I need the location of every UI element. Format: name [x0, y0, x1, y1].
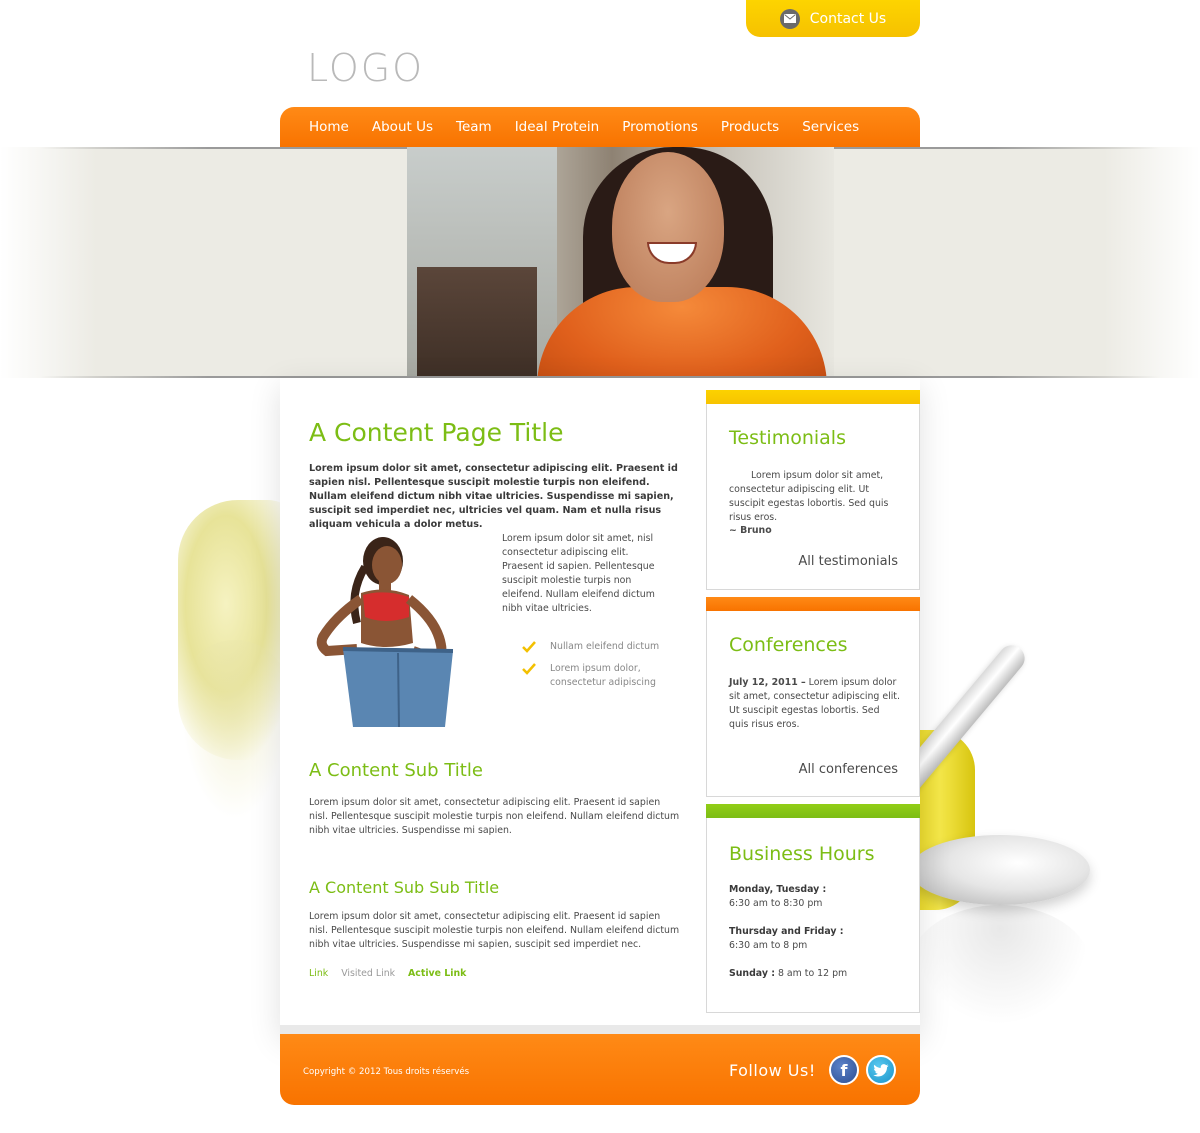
checklist-item-text: Nullam eleifend dictum [550, 641, 660, 652]
photo-cabinet [417, 267, 537, 378]
business-hours-box: Business Hours Monday, Tuesday : 6:30 am… [706, 804, 920, 1013]
business-hours-title: Business Hours [729, 843, 875, 865]
checkmark-icon [522, 641, 536, 653]
hours-row: Sunday : 8 am to 12 pm [729, 967, 901, 981]
sub-sub-paragraph: Lorem ipsum dolor sit amet, consectetur … [309, 911, 680, 950]
checkmark-icon [522, 663, 536, 675]
copyright-text: Copyright © 2012 Tous droits réservés [303, 1067, 470, 1077]
conference-date: July 12, 2011 – [729, 677, 806, 688]
sub-title: A Content Sub Title [309, 760, 483, 781]
nav-item-team[interactable]: Team [456, 119, 492, 135]
footer: Copyright © 2012 Tous droits réservés Fo… [280, 1034, 920, 1105]
hours-row: Monday, Tuesday : 6:30 am to 8:30 pm [729, 883, 901, 911]
testimonial-author: ~ Bruno [729, 525, 772, 536]
logo[interactable]: LOGO [307, 46, 424, 90]
nav-item-about-us[interactable]: About Us [372, 119, 433, 135]
main-navigation: Home About Us Team Ideal Protein Promoti… [280, 107, 920, 147]
conferences-title: Conferences [729, 634, 848, 656]
sub-paragraph: Lorem ipsum dolor sit amet, consectetur … [309, 797, 680, 836]
sample-active-link[interactable]: Active Link [408, 968, 466, 979]
nav-item-ideal-protein[interactable]: Ideal Protein [515, 119, 600, 135]
nav-item-services[interactable]: Services [802, 119, 859, 135]
photo-face [612, 152, 724, 302]
weight-loss-photo [313, 533, 463, 727]
twitter-icon[interactable] [866, 1055, 896, 1085]
hours-time: 8 am to 12 pm [777, 968, 848, 979]
nav-item-promotions[interactable]: Promotions [622, 119, 698, 135]
page-title: A Content Page Title [309, 418, 564, 447]
hours-row: Thursday and Friday : 6:30 am to 8 pm [729, 925, 901, 953]
all-testimonials-link[interactable]: All testimonials [798, 554, 898, 569]
link-samples: Link Visited Link Active Link [309, 968, 466, 979]
spoon-bowl-decoration [910, 835, 1090, 905]
sample-link[interactable]: Link [309, 968, 328, 979]
conferences-box: Conferences July 12, 2011 – Lorem ipsum … [706, 597, 920, 797]
checklist-item-text: Lorem ipsum dolor, consectetur adipiscin… [550, 663, 656, 688]
follow-us-label: Follow Us! [729, 1061, 816, 1080]
hours-days: Monday, Tuesday : [729, 884, 827, 895]
testimonials-color-bar [706, 390, 920, 404]
testimonial-quote: Lorem ipsum dolor sit amet, consectetur … [729, 470, 889, 523]
mail-icon [779, 8, 800, 29]
hours-time: 6:30 am to 8 pm [729, 940, 808, 951]
all-conferences-link[interactable]: All conferences [799, 762, 898, 777]
hours-days: Thursday and Friday : [729, 926, 844, 937]
contact-us-button[interactable]: Contact Us [746, 0, 920, 37]
sample-visited-link[interactable]: Visited Link [341, 968, 395, 979]
checklist: Nullam eleifend dictum Lorem ipsum dolor… [522, 640, 682, 698]
contact-us-label: Contact Us [809, 10, 887, 27]
checklist-item: Lorem ipsum dolor, consectetur adipiscin… [522, 662, 682, 690]
sub-sub-title: A Content Sub Sub Title [309, 878, 500, 897]
hero-photo-smiling-woman [407, 147, 834, 378]
nav-item-home[interactable]: Home [309, 119, 349, 135]
hours-time: 6:30 am to 8:30 pm [729, 898, 823, 909]
conference-entry: July 12, 2011 – Lorem ipsum dolor sit am… [729, 676, 901, 732]
hero-banner [0, 147, 1200, 378]
nav-item-products[interactable]: Products [721, 119, 779, 135]
hours-color-bar [706, 804, 920, 818]
facebook-icon[interactable]: f [829, 1055, 859, 1085]
spoon-reflection-decoration [910, 905, 1090, 1025]
testimonials-title: Testimonials [729, 427, 846, 449]
content-bottom-strip [280, 1025, 920, 1034]
conferences-color-bar [706, 597, 920, 611]
side-paragraph: Lorem ipsum dolor sit amet, nisl consect… [502, 533, 655, 614]
tape-reflection-decoration [180, 640, 290, 820]
hours-days: Sunday : [729, 968, 775, 979]
checklist-item: Nullam eleifend dictum [522, 640, 682, 654]
testimonials-box: Testimonials Lorem ipsum dolor sit amet,… [706, 390, 920, 590]
intro-paragraph: Lorem ipsum dolor sit amet, consectetur … [309, 463, 678, 530]
